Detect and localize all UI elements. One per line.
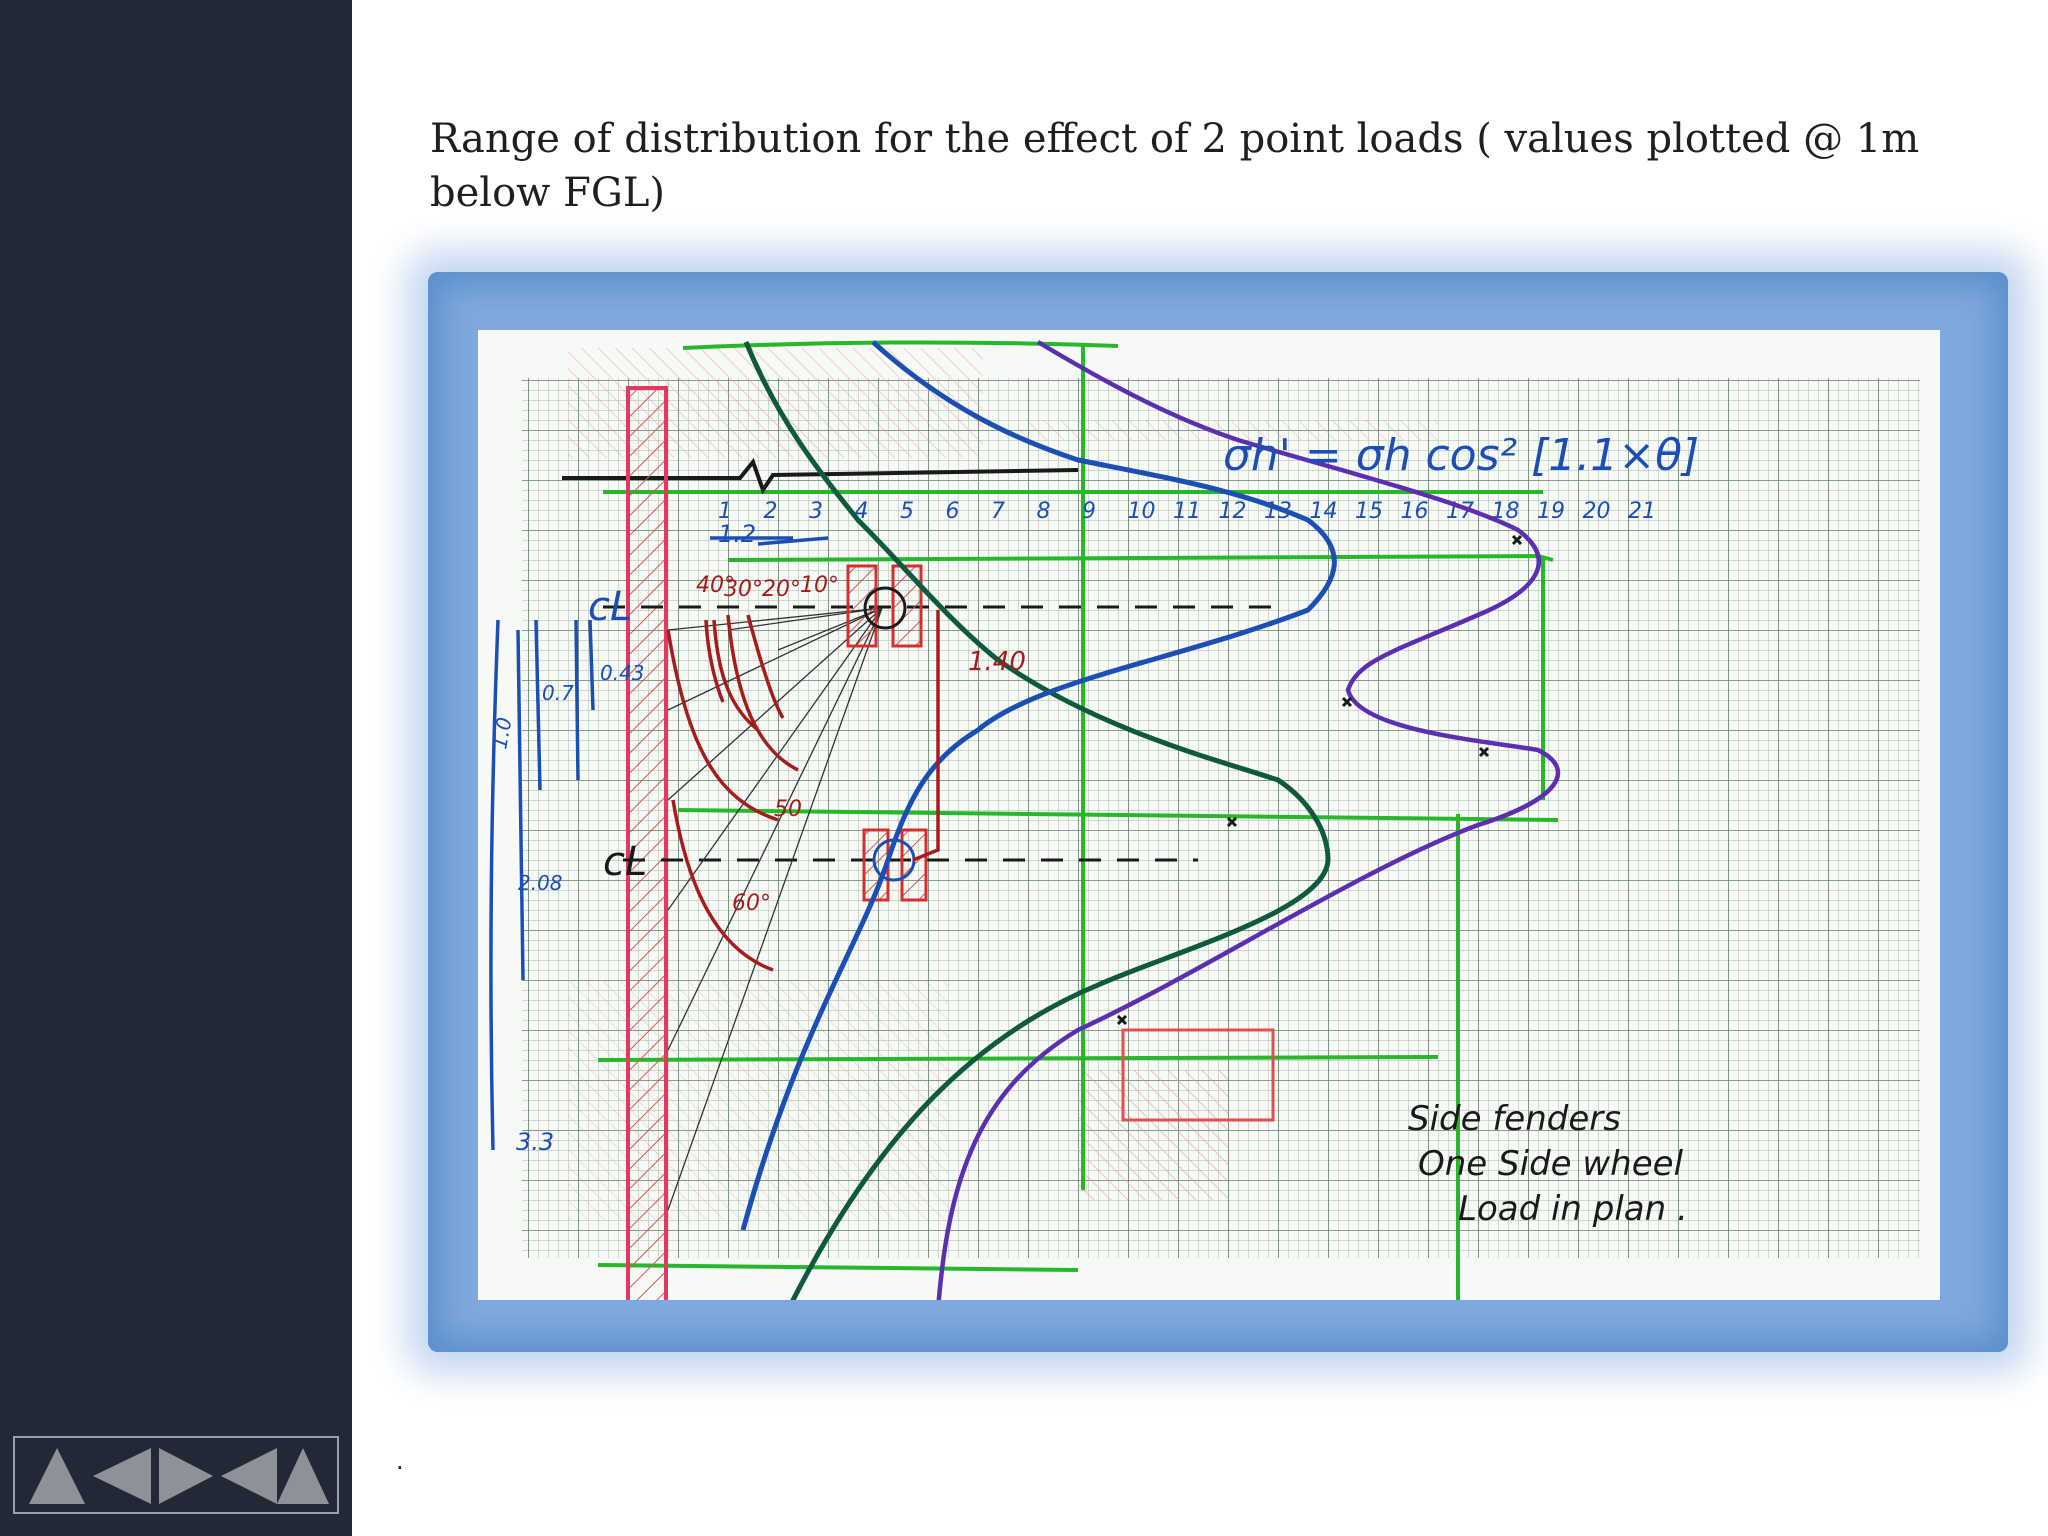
slide-title: Range of distribution for the effect of … [430,116,1920,216]
logo [13,1436,339,1514]
centerline-label-top: cL [588,584,632,630]
scale-number: 12 [1219,499,1247,524]
depth-3-3: 3.3 [516,1128,554,1156]
scale-number: 9 [1082,499,1096,524]
scale-number: 14 [1310,499,1338,524]
scale-number: 11 [1173,499,1201,524]
offset-1-2: 1.2 [718,520,756,548]
depth-2-08: 2.08 [518,871,563,895]
scale-number: 2 [764,499,778,524]
note-line-1: Side fenders [1408,1099,1621,1139]
graph-paper-sketch: 1 2 3 4 5 6 7 8 9 10 11 12 13 14 15 16 17 18 19 20 21 [478,330,1940,1300]
scale-number: 8 [1037,499,1051,524]
angle-20: 20° [762,577,801,602]
scale-number: 10 [1128,499,1156,524]
note-line-3: Load in plan . [1458,1189,1688,1229]
spacing-label: 1.40 [968,647,1026,677]
angle-60: 60° [732,891,771,916]
depth-0-7: 0.7 [542,681,574,705]
stress-formula: σh' = σh cos² [1.1×θ] [1223,430,1699,481]
sidebar [0,0,352,1536]
scale-number: 3 [809,499,823,524]
note-line-2: One Side wheel [1418,1144,1684,1184]
scale-number: 20 [1583,499,1611,524]
scale-number: 19 [1537,499,1565,524]
footer-mark: . [396,1447,404,1475]
angle-30: 30° [724,577,763,602]
angle-10: 10° [800,573,839,598]
centerline-label-bottom: cL [603,839,647,885]
scale-number: 7 [991,499,1005,524]
depth-0-43: 0.43 [600,661,645,685]
stress-distribution-sketch: 1 2 3 4 5 6 7 8 9 10 11 12 13 14 15 16 17 18 19 20 21 [478,330,1940,1300]
scale-number: 21 [1628,499,1656,524]
scale-number: 16 [1401,499,1429,524]
scale-number: 5 [900,499,914,524]
scale-number: 15 [1355,499,1383,524]
scale-number: 6 [946,499,960,524]
logo-mark [29,1448,329,1504]
